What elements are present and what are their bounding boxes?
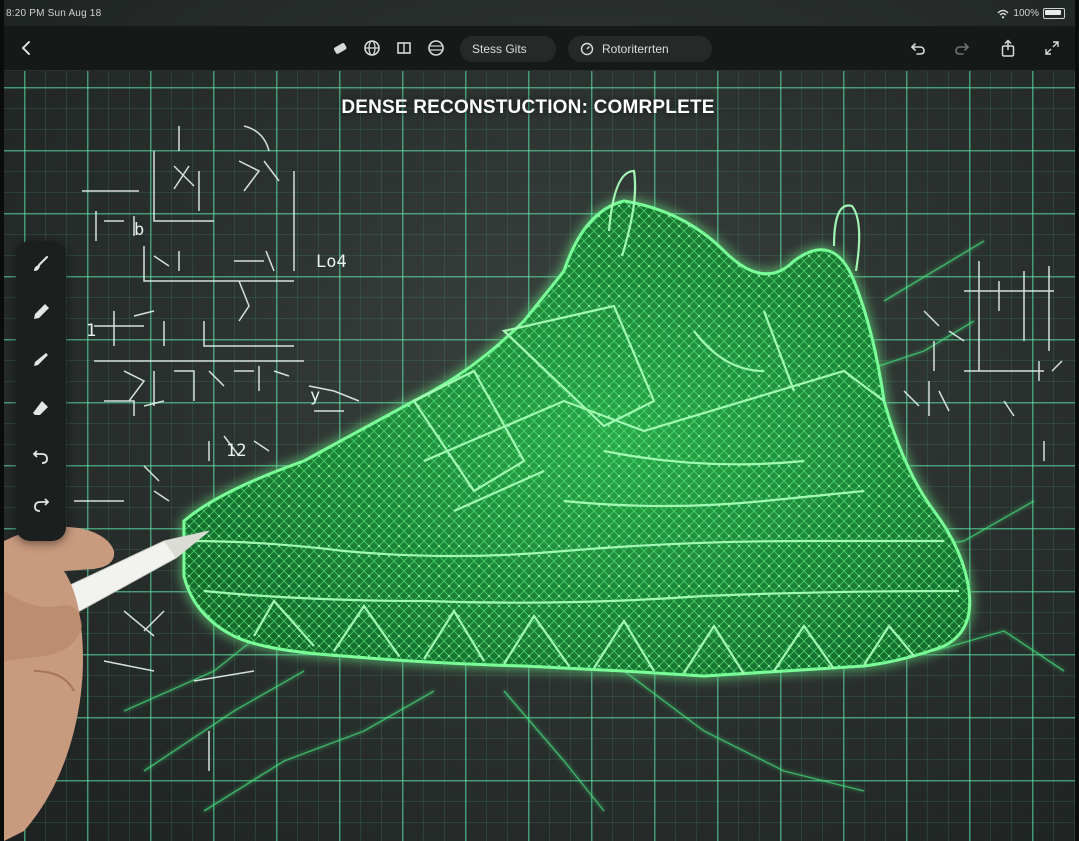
- redo-arrow-icon: [34, 498, 50, 512]
- style-pill-label: Stess Gits: [472, 42, 527, 56]
- style-pill-button[interactable]: Stess Gits: [460, 36, 556, 62]
- app-screen: 8:20 PM Sun Aug 18 100% Stess Gits Rotor…: [4, 0, 1075, 841]
- rotation-pill-button[interactable]: Rotoriterrten: [568, 36, 712, 62]
- annotation-label-a: Lo4: [316, 252, 347, 272]
- pencil-tool-button[interactable]: [26, 345, 56, 375]
- share-button[interactable]: [996, 36, 1020, 60]
- timer-icon: [580, 42, 594, 56]
- redo-arrow-tool-button[interactable]: [26, 489, 56, 519]
- brush-icon: [34, 256, 48, 271]
- marker-icon: [334, 43, 347, 54]
- drawing-canvas[interactable]: Lo4 12 b 1 y DENSE RECONSTUCTION: COMRPL…: [4, 71, 1075, 841]
- tool-palette: [16, 241, 66, 541]
- status-time-date: 8:20 PM Sun Aug 18: [6, 8, 102, 19]
- globe-tool-button[interactable]: [360, 36, 384, 60]
- grid-icon: [428, 40, 444, 56]
- pen-tool-button[interactable]: [26, 297, 56, 327]
- undo-icon: [910, 43, 925, 55]
- layers-icon: [397, 42, 411, 54]
- marker-tool-button[interactable]: [328, 36, 352, 60]
- undo-button[interactable]: [906, 36, 930, 60]
- pencil-icon: [34, 353, 48, 366]
- sketch-annotations-right: [903, 261, 1063, 461]
- brush-tool-button[interactable]: [26, 249, 56, 279]
- battery-icon: [1043, 8, 1065, 19]
- status-bar: 8:20 PM Sun Aug 18 100%: [4, 0, 1075, 26]
- expand-icon: [1045, 41, 1059, 55]
- redo-button[interactable]: [950, 36, 974, 60]
- annotation-label-e: y: [310, 386, 320, 406]
- grid-tool-button[interactable]: [424, 36, 448, 60]
- expand-button[interactable]: [1040, 36, 1064, 60]
- tablet-device: 8:20 PM Sun Aug 18 100% Stess Gits Rotor…: [0, 0, 1079, 841]
- pen-icon: [34, 304, 49, 319]
- lasso-undo-icon: [32, 450, 48, 464]
- battery-percent: 100%: [1013, 8, 1039, 19]
- sneaker-mesh: [182, 199, 972, 678]
- eraser-icon: [33, 401, 48, 415]
- layers-tool-button[interactable]: [392, 36, 416, 60]
- top-toolbar: Stess Gits Rotoriterrten: [4, 26, 1075, 71]
- status-indicators: 100%: [997, 8, 1065, 19]
- eraser-tool-button[interactable]: [26, 393, 56, 423]
- rotation-pill-label: Rotoriterrten: [602, 42, 669, 56]
- lasso-undo-tool-button[interactable]: [26, 441, 56, 471]
- back-button[interactable]: [14, 36, 38, 60]
- globe-icon: [364, 40, 380, 56]
- chevron-left-icon: [21, 41, 30, 55]
- share-icon: [1001, 39, 1015, 57]
- redo-icon: [955, 43, 970, 55]
- wifi-icon: [997, 9, 1009, 18]
